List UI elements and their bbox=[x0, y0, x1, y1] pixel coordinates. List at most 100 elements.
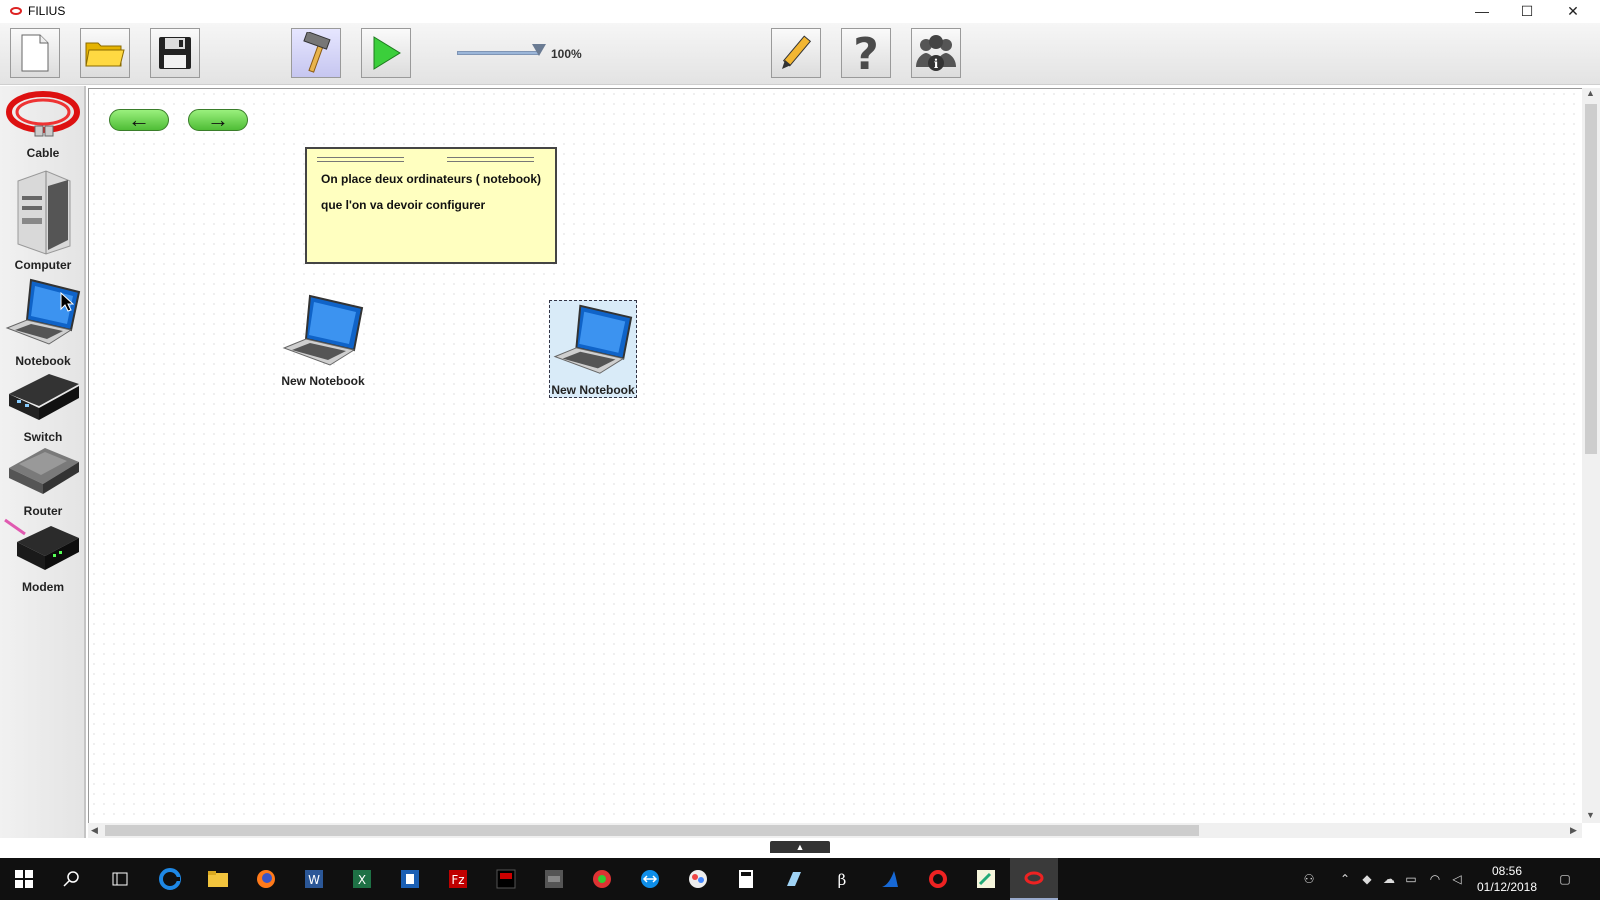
expand-panel-button[interactable]: ▲ bbox=[770, 841, 830, 853]
note-header-rule-left bbox=[317, 157, 404, 162]
chevron-up-tray-icon[interactable]: ⌃ bbox=[1336, 870, 1354, 888]
router-icon bbox=[9, 448, 79, 494]
people-icon[interactable]: ⚇ bbox=[1300, 870, 1318, 888]
palette-item-router[interactable]: Router bbox=[0, 442, 86, 518]
zoom-slider-track[interactable] bbox=[457, 51, 539, 55]
start-button[interactable] bbox=[0, 858, 48, 900]
new-file-icon bbox=[21, 34, 49, 72]
app-b3-icon: β bbox=[838, 871, 847, 889]
back-button[interactable]: ← bbox=[109, 109, 169, 131]
vertical-scrollbar[interactable]: ▲ ▼ bbox=[1582, 88, 1600, 823]
taskbar-file-explorer[interactable] bbox=[194, 858, 242, 900]
notebook-device-selected[interactable]: New Notebook bbox=[549, 300, 637, 398]
app-black-icon bbox=[496, 869, 516, 889]
battery-icon[interactable]: ▭ bbox=[1402, 870, 1420, 888]
taskbar-app-black[interactable] bbox=[482, 858, 530, 900]
help-button[interactable]: ? bbox=[841, 28, 891, 78]
text-note[interactable]: On place deux ordinateurs ( notebook) qu… bbox=[305, 147, 557, 264]
taskbar-app-red-green[interactable] bbox=[578, 858, 626, 900]
simulation-mode-button[interactable] bbox=[361, 28, 411, 78]
palette-item-computer[interactable]: Computer bbox=[0, 166, 86, 272]
teamviewer-icon bbox=[641, 870, 659, 888]
taskbar-app-b3[interactable]: β bbox=[818, 858, 866, 900]
notebook-icon bbox=[5, 278, 81, 345]
palette-item-modem[interactable]: Modem bbox=[0, 518, 86, 594]
edit-button[interactable] bbox=[771, 28, 821, 78]
folder-icon bbox=[208, 871, 228, 887]
horizontal-scroll-thumb[interactable] bbox=[105, 825, 1199, 836]
taskbar-teamviewer[interactable] bbox=[626, 858, 674, 900]
device-label: New Notebook bbox=[281, 374, 365, 388]
palette-label-modem: Modem bbox=[22, 580, 64, 594]
note-line-1: On place deux ordinateurs ( notebook) bbox=[321, 172, 542, 186]
task-view-icon bbox=[112, 872, 128, 886]
taskbar-filius[interactable] bbox=[1010, 858, 1058, 900]
hammer-icon bbox=[303, 32, 331, 73]
taskbar-filezilla[interactable]: Fz bbox=[434, 858, 482, 900]
save-button[interactable] bbox=[150, 28, 200, 78]
volume-icon[interactable]: ◁ bbox=[1448, 870, 1466, 888]
tray-app-icon[interactable]: ◆ bbox=[1358, 870, 1376, 888]
close-button[interactable]: ✕ bbox=[1550, 0, 1596, 22]
taskbar-app-paint[interactable] bbox=[962, 858, 1010, 900]
maximize-button[interactable]: ☐ bbox=[1504, 0, 1550, 22]
taskbar-firefox[interactable] bbox=[242, 858, 290, 900]
task-view-button[interactable] bbox=[96, 858, 144, 900]
palette-item-notebook[interactable]: Notebook bbox=[0, 276, 86, 368]
svg-text:i: i bbox=[934, 57, 939, 71]
taskbar-app-gray[interactable] bbox=[530, 858, 578, 900]
taskbar-app-blue[interactable] bbox=[386, 858, 434, 900]
taskbar-app-light-blue[interactable] bbox=[770, 858, 818, 900]
forward-button[interactable]: → bbox=[188, 109, 248, 131]
info-people-icon: i bbox=[916, 35, 956, 71]
switch-icon bbox=[9, 374, 79, 420]
search-button[interactable] bbox=[48, 858, 96, 900]
zoom-slider-knob[interactable] bbox=[532, 44, 546, 56]
open-file-button[interactable] bbox=[80, 28, 130, 78]
window-title: FILIUS bbox=[28, 4, 66, 18]
taskbar-edge[interactable] bbox=[146, 858, 194, 900]
play-icon bbox=[373, 36, 401, 70]
info-button[interactable]: i bbox=[911, 28, 961, 78]
computer-tower-icon bbox=[17, 170, 71, 255]
design-mode-button[interactable] bbox=[291, 28, 341, 78]
pencil-icon bbox=[782, 35, 812, 69]
taskbar-app-shark[interactable] bbox=[866, 858, 914, 900]
taskbar-app-colorful[interactable] bbox=[674, 858, 722, 900]
zoom-level-label: 100% bbox=[551, 47, 582, 61]
windows-taskbar: W X Fz β ⚇ ⌃ ◆ ☁ ▭ ◠ ◁ 08:56 01/12/2018 … bbox=[0, 858, 1600, 900]
vertical-scroll-thumb[interactable] bbox=[1585, 104, 1597, 454]
notifications-icon[interactable]: ▢ bbox=[1556, 870, 1574, 888]
calculator-icon bbox=[739, 870, 753, 888]
shark-fin-icon bbox=[882, 871, 898, 887]
filius-cable-icon bbox=[1024, 871, 1044, 885]
palette-item-cable[interactable]: Cable bbox=[0, 88, 86, 160]
svg-text:?: ? bbox=[853, 31, 879, 75]
clock-time: 08:56 bbox=[1491, 864, 1523, 878]
scroll-down-arrow-icon[interactable]: ▼ bbox=[1586, 810, 1595, 820]
scroll-left-arrow-icon[interactable]: ◀ bbox=[91, 825, 98, 836]
palette-item-switch[interactable]: Switch bbox=[0, 370, 86, 444]
scroll-right-arrow-icon[interactable]: ▶ bbox=[1570, 825, 1577, 836]
svg-text:β: β bbox=[838, 871, 847, 889]
taskbar-word[interactable]: W bbox=[290, 858, 338, 900]
taskbar-clock[interactable]: 08:56 01/12/2018 bbox=[1472, 863, 1542, 895]
wifi-icon[interactable]: ◠ bbox=[1426, 870, 1444, 888]
taskbar-app-red-ring[interactable] bbox=[914, 858, 962, 900]
chevron-up-icon: ▲ bbox=[795, 842, 805, 852]
horizontal-scrollbar[interactable]: ◀ ▶ bbox=[88, 823, 1582, 838]
device-label: New Notebook bbox=[551, 383, 635, 397]
taskbar-calculator[interactable] bbox=[722, 858, 770, 900]
title-bar: FILIUS bbox=[0, 0, 1600, 22]
minimize-button[interactable]: — bbox=[1459, 0, 1505, 22]
open-folder-icon bbox=[85, 42, 125, 67]
notebook-device[interactable]: New Notebook bbox=[280, 292, 366, 388]
new-file-button[interactable] bbox=[10, 28, 60, 78]
app-blue-icon bbox=[401, 870, 419, 888]
taskbar-excel[interactable]: X bbox=[338, 858, 386, 900]
excel-icon: X bbox=[353, 870, 371, 888]
palette-label-computer: Computer bbox=[14, 258, 72, 272]
scroll-up-arrow-icon[interactable]: ▲ bbox=[1586, 88, 1595, 98]
onedrive-icon[interactable]: ☁ bbox=[1380, 870, 1398, 888]
app-red-green-icon bbox=[593, 870, 611, 888]
